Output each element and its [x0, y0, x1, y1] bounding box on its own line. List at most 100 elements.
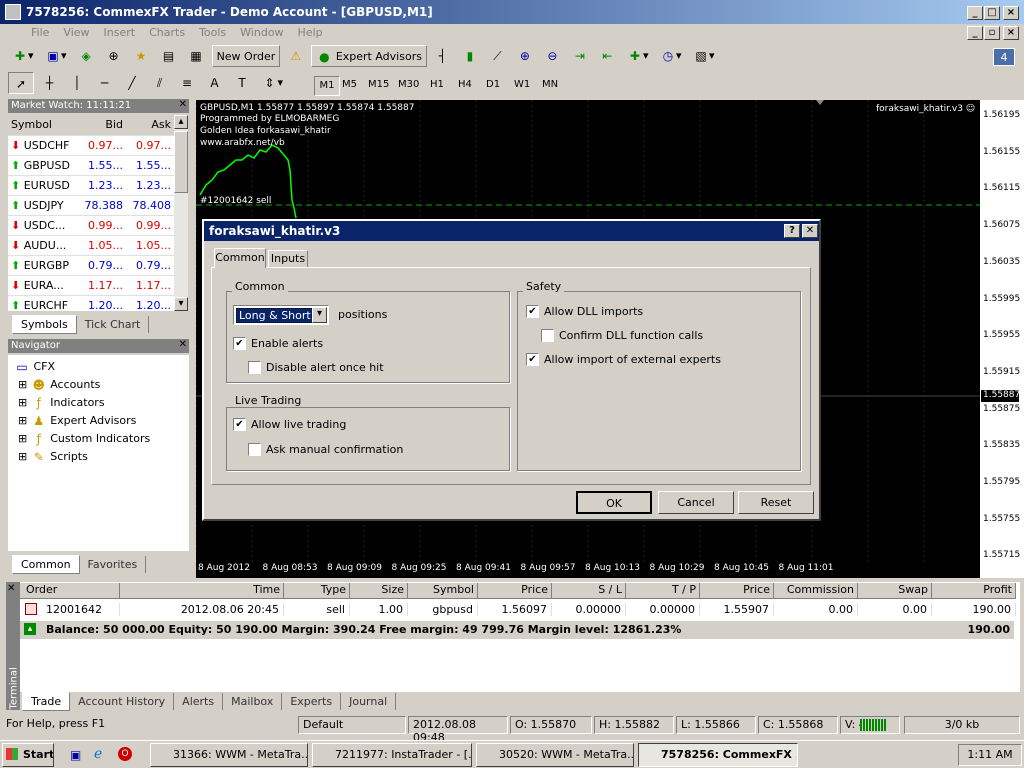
terminal-close-icon[interactable]: ✕ — [7, 583, 15, 594]
tab-common[interactable]: Common — [12, 555, 80, 574]
text-tool[interactable]: A — [203, 72, 227, 94]
crosshair-tool[interactable]: ┼ — [38, 72, 62, 94]
allow-dll-checkbox[interactable]: ✔ — [526, 305, 539, 318]
scroll-thumb[interactable] — [174, 131, 188, 193]
timeframe-w1[interactable]: W1 — [514, 79, 530, 90]
tab-inputs-page[interactable]: Inputs — [268, 250, 308, 268]
tab-common-page[interactable]: Common — [214, 248, 266, 268]
reset-button[interactable]: Reset — [738, 491, 814, 514]
trendline-tool[interactable]: ╱ — [120, 72, 144, 94]
tab-experts[interactable]: Experts — [282, 693, 342, 710]
menu-view[interactable]: View — [56, 26, 96, 39]
data-window-button[interactable]: ⊕ — [102, 45, 126, 67]
terminal-button[interactable]: ▤ — [157, 45, 181, 67]
window-title-bar[interactable]: 7578256: CommexFX Trader - Demo Account … — [0, 0, 1024, 24]
timeframe-m5[interactable]: M5 — [342, 79, 357, 90]
chevron-down-icon[interactable]: ▾ — [312, 307, 327, 323]
column-header[interactable]: Profit — [932, 583, 1016, 599]
taskbar-item-1[interactable]: 31366: WWM - MetaTra... — [150, 743, 308, 767]
confirm-dll-checkbox[interactable] — [541, 329, 554, 342]
zoom-in-button[interactable]: ⊕ — [513, 45, 537, 67]
ok-button[interactable]: OK — [576, 491, 652, 514]
navigator-close-icon[interactable]: ✕ — [179, 339, 187, 350]
bar-chart-button[interactable]: ┤ — [430, 45, 454, 67]
tree-item-expert-advisors[interactable]: ⊞ ♟ Expert Advisors — [14, 413, 183, 431]
column-header[interactable]: Swap — [858, 583, 932, 599]
close-button[interactable]: × — [1003, 6, 1019, 20]
list-item[interactable]: ⬆ EURGBP 0.79... 0.79... — [8, 255, 174, 276]
allow-import-checkbox[interactable]: ✔ — [526, 353, 539, 366]
candlestick-button[interactable]: ▮ — [458, 45, 482, 67]
timeframe-mn[interactable]: MN — [542, 79, 558, 90]
opera-icon[interactable]: O — [118, 747, 132, 761]
minimize-button[interactable]: _ — [967, 6, 983, 20]
text-label-tool[interactable]: T — [230, 72, 254, 94]
dialog-title-bar[interactable]: foraksawi_khatir.v3 — [204, 221, 819, 241]
menu-charts[interactable]: Charts — [142, 26, 192, 39]
autoscroll-button[interactable]: ⇥ — [568, 45, 592, 67]
profiles-button[interactable]: ▣ ▾ — [41, 45, 71, 67]
cancel-button[interactable]: Cancel — [658, 491, 734, 514]
list-item[interactable]: ⬆ EURCHF 1.20... 1.20... — [8, 295, 174, 311]
new-chart-button[interactable]: ✚ ▾ — [8, 45, 38, 67]
tree-item-indicators[interactable]: ⊞ ƒ Indicators — [14, 395, 183, 413]
col-ask[interactable]: Ask — [126, 115, 174, 136]
column-header[interactable]: Size — [350, 583, 408, 599]
column-header[interactable]: Type — [284, 583, 350, 599]
column-header[interactable]: S / L — [552, 583, 626, 599]
menu-insert[interactable]: Insert — [97, 26, 143, 39]
history-button[interactable]: ▦ — [184, 45, 208, 67]
column-header[interactable]: Symbol — [408, 583, 478, 599]
horizontal-line-tool[interactable]: ─ — [93, 72, 117, 94]
indicators-button[interactable]: ✚ ▾ — [623, 45, 653, 67]
tab-trade[interactable]: Trade — [22, 692, 71, 711]
zoom-out-button[interactable]: ⊖ — [540, 45, 564, 67]
fibonacci-tool[interactable]: ≡ — [175, 72, 199, 94]
column-header[interactable]: Price — [700, 583, 774, 599]
list-item[interactable]: ⬇ USDC... 0.99... 0.99... — [8, 215, 174, 236]
navigator-button[interactable]: ★ — [129, 45, 153, 67]
periods-button[interactable]: ◷ ▾ — [656, 45, 686, 67]
list-item[interactable]: ⬇ USDCHF 0.97... 0.97... — [8, 135, 174, 156]
menu-tools[interactable]: Tools — [192, 26, 233, 39]
tree-item-scripts[interactable]: ⊞ ✎ Scripts — [14, 449, 183, 467]
expert-advisors-button[interactable]: ● Expert Advisors — [311, 45, 427, 67]
menu-file[interactable]: File — [24, 26, 56, 39]
col-symbol[interactable]: Symbol — [8, 115, 78, 136]
taskbar-item-4[interactable]: 7578256: CommexFX ... — [638, 743, 798, 767]
market-watch-button[interactable]: ◈ — [74, 45, 98, 67]
list-item[interactable]: ⬇ AUDU... 1.05... 1.05... — [8, 235, 174, 256]
tab-tick-chart[interactable]: Tick Chart — [77, 316, 150, 333]
column-header[interactable]: Time — [120, 583, 284, 599]
ie-icon[interactable]: ℯ — [94, 746, 102, 762]
column-header[interactable]: Price — [478, 583, 552, 599]
cursor-tool[interactable]: ➚ — [8, 72, 34, 94]
taskbar-item-3[interactable]: 30520: WWM - MetaTra... — [476, 743, 634, 767]
notification-badge[interactable]: 4 — [993, 48, 1015, 66]
timeframe-h1[interactable]: H1 — [430, 79, 444, 90]
taskbar-item-2[interactable]: 7211977: InstaTrader - [... — [312, 743, 472, 767]
timeframe-d1[interactable]: D1 — [486, 79, 500, 90]
list-item[interactable]: ⬆ EURUSD 1.23... 1.23... — [8, 175, 174, 196]
child-restore-button[interactable]: ▫ — [984, 26, 1000, 40]
list-item[interactable]: ⬇ EURA... 1.17... 1.17... — [8, 275, 174, 296]
column-header[interactable]: Commission — [774, 583, 858, 599]
equidistant-channel-tool[interactable]: ⫽ — [148, 72, 172, 94]
tab-symbols[interactable]: Symbols — [12, 315, 77, 334]
timeframe-h4[interactable]: H4 — [458, 79, 472, 90]
tab-alerts[interactable]: Alerts — [174, 693, 224, 710]
new-order-button[interactable]: New Order — [211, 45, 281, 67]
line-chart-button[interactable]: ⟋ — [485, 45, 509, 67]
tree-item-custom-indicators[interactable]: ⊞ ƒ Custom Indicators — [14, 431, 183, 449]
menu-help[interactable]: Help — [291, 26, 330, 39]
menu-window[interactable]: Window — [233, 26, 290, 39]
allow-live-trading-checkbox[interactable]: ✔ — [233, 418, 246, 431]
timeframe-m15[interactable]: M15 — [368, 79, 389, 90]
show-desktop-icon[interactable]: ▣ — [70, 748, 81, 762]
table-row[interactable]: 12001642 2012.08.06 20:45 sell 1.00 gbpusd 1.… — [20, 600, 1016, 620]
scroll-up-button[interactable]: ▴ — [174, 115, 188, 129]
column-header[interactable]: Order — [20, 583, 120, 599]
list-item[interactable]: ⬆ GBPUSD 1.55... 1.55... — [8, 155, 174, 176]
disable-alert-checkbox[interactable] — [248, 361, 261, 374]
col-bid[interactable]: Bid — [78, 115, 126, 136]
